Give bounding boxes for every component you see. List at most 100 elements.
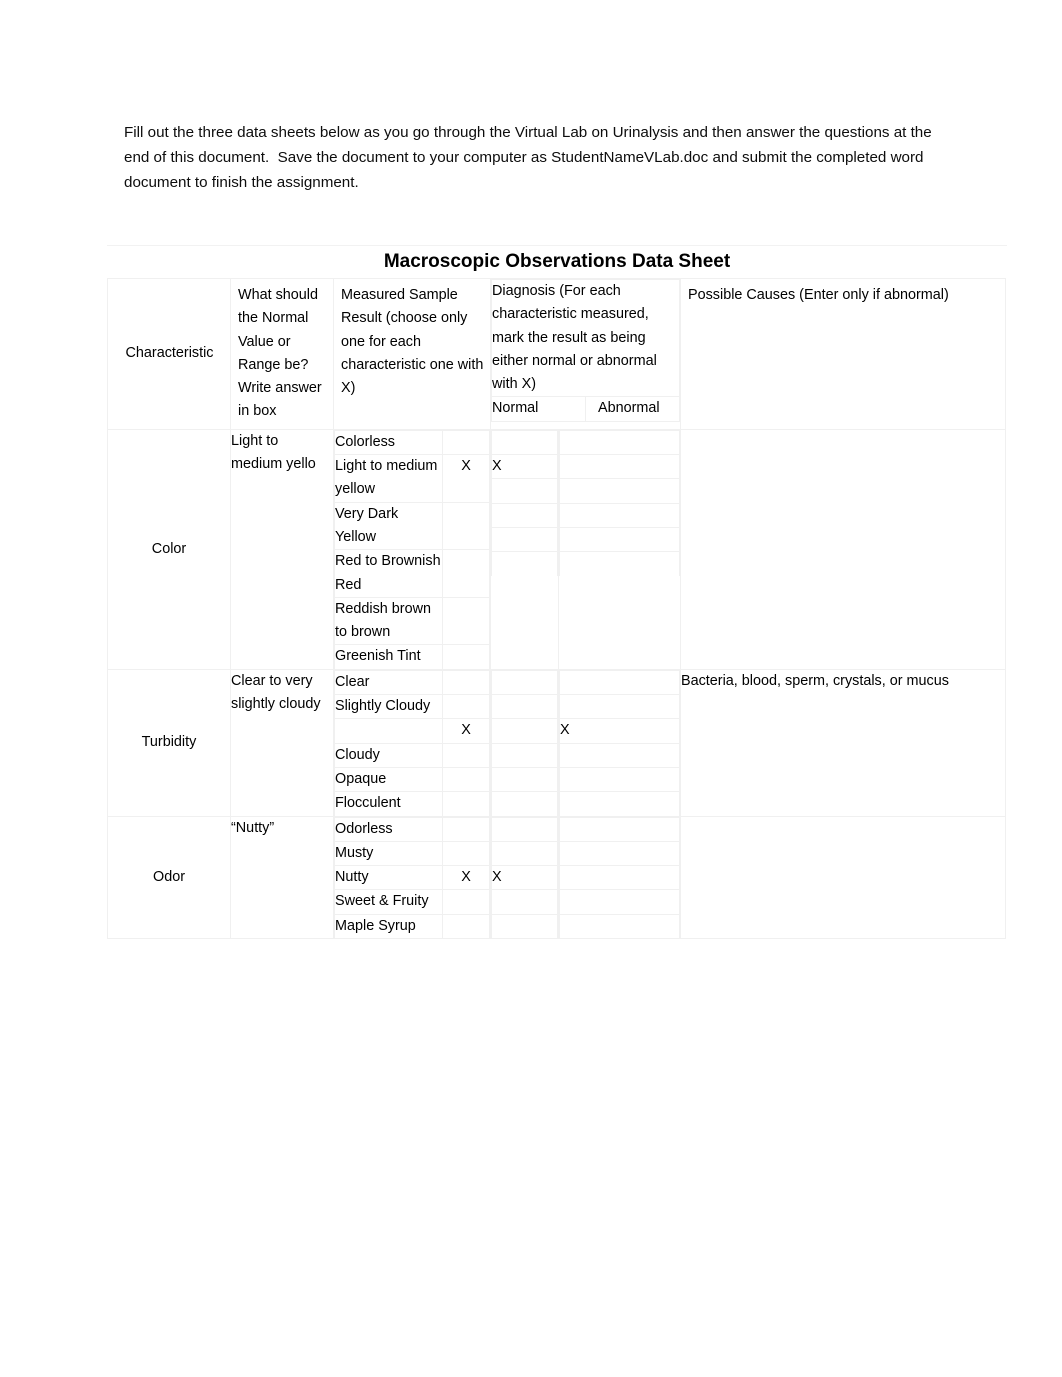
row-diagnosis-normal-row — [491, 889, 558, 915]
row-diagnosis-normal-x-mark[interactable] — [491, 816, 558, 842]
row-measured-options: Clear Slightly Cloudy X Cloudy Opaque Floccul… — [333, 668, 491, 817]
row-diagnosis-normal-x-mark[interactable] — [491, 840, 558, 867]
header-characteristic-label: Characteristic — [125, 345, 214, 362]
row-diagnosis-abnormal-row — [559, 694, 680, 720]
row-diagnosis-normal-list: X — [491, 816, 558, 939]
measured-option-label: Light to medium yellow — [334, 454, 443, 503]
measured-option-label: Flocculent — [334, 791, 443, 816]
row-diagnosis-normal-x-mark[interactable] — [491, 551, 558, 576]
row-diagnosis-abnormal — [558, 428, 681, 670]
row-diagnosis-abnormal-x-mark[interactable] — [559, 454, 680, 480]
row-diagnosis-abnormal-x-mark[interactable] — [559, 889, 680, 915]
row-diagnosis-normal-x-mark[interactable] — [491, 478, 558, 504]
row-diagnosis-normal-row — [491, 791, 558, 816]
row-diagnosis-abnormal-x-mark[interactable] — [559, 791, 680, 816]
row-diagnosis-abnormal-row — [559, 669, 680, 696]
measured-option-label: Colorless — [334, 429, 443, 456]
row-normal-value[interactable]: Clear to very slightly cloudy — [230, 668, 334, 817]
measured-option-x-mark[interactable] — [442, 669, 490, 696]
measured-option-x-mark[interactable] — [442, 816, 490, 842]
data-table: Characteristic What should the Normal Va… — [107, 278, 1006, 940]
measured-option-x-mark[interactable]: X — [442, 865, 490, 891]
row-diagnosis-normal-list: X — [491, 429, 558, 576]
row-diagnosis-normal-x-mark[interactable] — [491, 502, 558, 528]
row-diagnosis-normal-x-mark[interactable] — [491, 669, 558, 696]
row-diagnosis-abnormal-x-mark[interactable] — [559, 742, 680, 768]
measured-option-row: Reddish brown to brown — [334, 596, 490, 646]
measured-option-row: Very Dark Yellow — [334, 501, 490, 551]
measured-option-x-mark[interactable] — [442, 501, 490, 551]
measured-option-row: Sweet & Fruity — [334, 889, 490, 915]
measured-option-row: Musty — [334, 840, 490, 867]
row-diagnosis-abnormal-x-mark[interactable] — [559, 551, 680, 576]
row-diagnosis-normal-x-mark[interactable] — [491, 429, 558, 456]
row-diagnosis-abnormal-x-mark[interactable] — [559, 526, 680, 553]
row-diagnosis-abnormal-x-mark[interactable] — [559, 429, 680, 456]
row-characteristic: Color — [107, 428, 231, 670]
row-diagnosis-abnormal-x-mark[interactable] — [559, 669, 680, 696]
row-diagnosis-abnormal-x-mark[interactable] — [559, 694, 680, 720]
measured-option-label: Cloudy — [334, 742, 443, 768]
measured-option-x-mark[interactable] — [442, 889, 490, 915]
row-diagnosis-normal-row — [491, 694, 558, 720]
measured-option-x-mark[interactable] — [442, 549, 490, 598]
measured-option-x-mark[interactable] — [442, 644, 490, 669]
document-page: Fill out the three data sheets below as … — [0, 0, 1062, 1377]
row-diagnosis-normal-row — [491, 502, 558, 528]
row-diagnosis-normal-x-mark[interactable] — [491, 694, 558, 720]
row-diagnosis-normal: X — [490, 815, 559, 940]
row-characteristic: Odor — [107, 815, 231, 940]
row-diagnosis-normal-x-mark[interactable]: X — [491, 865, 558, 891]
measured-option-x-mark[interactable] — [442, 791, 490, 816]
row-diagnosis-abnormal-list — [559, 816, 680, 939]
measured-option-row: Clear — [334, 669, 490, 696]
row-diagnosis-normal-x-mark[interactable] — [491, 889, 558, 915]
row-diagnosis-abnormal-x-mark[interactable] — [559, 766, 680, 793]
measured-option-x-mark[interactable] — [442, 742, 490, 768]
row-possible-causes[interactable]: Bacteria, blood, sperm, crystals, or muc… — [680, 668, 1006, 817]
measured-option-label: Musty — [334, 840, 443, 867]
row-diagnosis-normal-row — [491, 669, 558, 696]
row-diagnosis-abnormal-x-mark[interactable] — [559, 816, 680, 842]
row-measured-options: Colorless Light to medium yellow X Very Dar… — [333, 428, 491, 670]
header-measured-result-label: Measured Sample Result (choose only one … — [341, 287, 484, 397]
row-diagnosis-normal-x-mark[interactable] — [491, 526, 558, 553]
row-diagnosis-abnormal-x-mark[interactable] — [559, 478, 680, 504]
measured-option-row: Cloudy — [334, 742, 490, 768]
row-diagnosis-abnormal-x-mark[interactable] — [559, 913, 680, 939]
row-diagnosis-abnormal-x-mark[interactable] — [559, 840, 680, 867]
row-diagnosis-abnormal-x-mark[interactable] — [559, 865, 680, 891]
measured-option-x-mark[interactable] — [442, 596, 490, 646]
measured-option-x-mark[interactable] — [442, 766, 490, 793]
row-normal-value[interactable]: “Nutty” — [230, 815, 334, 940]
row-possible-causes[interactable] — [680, 428, 1006, 670]
intro-paragraph: Fill out the three data sheets below as … — [124, 124, 936, 191]
row-diagnosis-abnormal-x-mark[interactable]: X — [559, 718, 680, 744]
table-title: Macroscopic Observations Data Sheet — [107, 245, 1007, 278]
measured-option-x-mark[interactable]: X — [442, 718, 490, 744]
row-diagnosis-normal — [490, 668, 559, 817]
row-diagnosis-normal-x-mark[interactable]: X — [491, 454, 558, 480]
row-diagnosis-normal-x-mark[interactable] — [491, 742, 558, 768]
row-measured-options: Odorless Musty Nutty X Sweet & Fruity Maple S… — [333, 815, 491, 940]
row-diagnosis-abnormal-x-mark[interactable] — [559, 502, 680, 528]
row-diagnosis-normal-row — [491, 526, 558, 553]
measured-option-label: Red to Brownish Red — [334, 549, 443, 598]
measured-option-row: Nutty X — [334, 865, 490, 891]
row-possible-causes[interactable] — [680, 815, 1006, 940]
row-diagnosis-normal-row — [491, 840, 558, 867]
row-normal-value[interactable]: Light to medium yello — [230, 428, 334, 670]
measured-option-x-mark[interactable] — [442, 429, 490, 456]
row-diagnosis-normal-x-mark[interactable] — [491, 718, 558, 744]
measured-option-x-mark[interactable]: X — [442, 454, 490, 503]
measured-option-x-mark[interactable] — [442, 840, 490, 867]
row-diagnosis-normal-x-mark[interactable] — [491, 913, 558, 939]
measured-option-x-mark[interactable] — [442, 694, 490, 720]
measured-options-list: Clear Slightly Cloudy X Cloudy Opaque Floccul… — [334, 669, 490, 816]
row-diagnosis-abnormal-row — [559, 840, 680, 867]
measured-option-x-mark[interactable] — [442, 913, 490, 939]
row-diagnosis-abnormal-row — [559, 766, 680, 793]
measured-option-row: Colorless — [334, 429, 490, 456]
row-diagnosis-normal-x-mark[interactable] — [491, 766, 558, 793]
row-diagnosis-normal-x-mark[interactable] — [491, 791, 558, 816]
